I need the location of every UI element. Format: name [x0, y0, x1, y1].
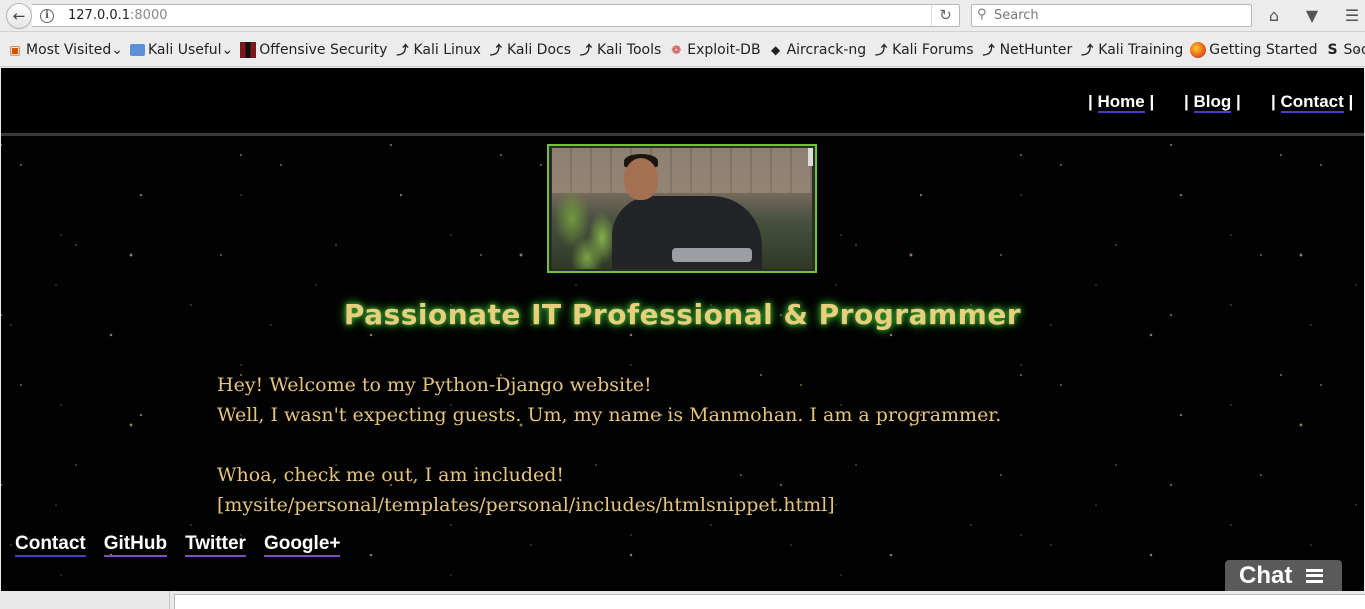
- chevron-down-icon: ⌄: [111, 41, 123, 58]
- kali-dragon-icon: ⤴: [396, 42, 409, 57]
- intro-text: Hey! Welcome to my Python-Django website…: [217, 370, 1167, 520]
- bookmarks-bar: ▣ Most Visited ⌄ Kali Useful ⌄ Offensive Se…: [0, 33, 1365, 67]
- exploit-db-icon: ❁: [671, 42, 682, 57]
- bookmark-nethunter[interactable]: ⤴ NetHunter: [981, 42, 1073, 58]
- bookmark-kali-training[interactable]: ⤴ Kali Training: [1079, 42, 1183, 58]
- kali-dragon-icon: ⤴: [489, 42, 502, 57]
- intro-line-1: Hey! Welcome to my Python-Django website…: [217, 374, 652, 396]
- profile-photo: [552, 148, 812, 269]
- home-icon[interactable]: ⌂: [1263, 6, 1285, 25]
- bookmark-most-visited[interactable]: ▣ Most Visited ⌄: [7, 42, 123, 58]
- search-input[interactable]: [994, 7, 1244, 24]
- chevron-down-icon: ⌄: [221, 41, 234, 58]
- nav-contact[interactable]: | Contact |: [1271, 92, 1353, 113]
- bookmark-kali-docs[interactable]: ⤴ Kali Docs: [488, 42, 571, 58]
- url-text[interactable]: 127.0.0.1:8000: [68, 8, 168, 23]
- browser-toolbar: ← i 127.0.0.1:8000 ↻ ⚲ ⌂ ▼ ☰: [0, 0, 1365, 32]
- url-bar[interactable]: i 127.0.0.1:8000 ↻: [32, 4, 960, 27]
- bottom-panel: [174, 594, 1365, 609]
- bookmark-offensive-security[interactable]: Offensive Security: [240, 41, 387, 58]
- pocket-icon[interactable]: ▼: [1301, 6, 1323, 25]
- reload-icon[interactable]: ↻: [931, 5, 959, 26]
- chat-label: Chat: [1239, 561, 1293, 589]
- include-line-1: Whoa, check me out, I am included!: [217, 464, 565, 486]
- footer-link-contact[interactable]: Contact: [15, 533, 86, 557]
- nav-divider: [1, 133, 1364, 136]
- folder-icon: [129, 43, 145, 56]
- search-bar[interactable]: ⚲: [971, 4, 1252, 27]
- nav-blog-link[interactable]: Blog: [1193, 92, 1232, 113]
- nav-home-link[interactable]: Home: [1097, 92, 1145, 113]
- soovle-icon: S: [1327, 41, 1338, 58]
- footer-link-google-plus[interactable]: Google+: [263, 533, 341, 557]
- include-path: [mysite/personal/templates/personal/incl…: [217, 494, 835, 516]
- page-viewport: | Home | | Blog | | Contact | Passionate…: [1, 68, 1364, 591]
- kali-dragon-icon: ⤴: [875, 42, 888, 57]
- photo-scroll-indicator: [808, 148, 813, 166]
- info-icon[interactable]: i: [40, 9, 54, 23]
- nav-home[interactable]: | Home |: [1088, 92, 1154, 113]
- page-headline: Passionate IT Professional & Programmer: [343, 298, 1022, 331]
- bookmark-kali-useful[interactable]: Kali Useful ⌄: [129, 41, 234, 58]
- kali-dragon-icon: ⤴: [580, 42, 593, 57]
- nav-blog[interactable]: | Blog |: [1184, 92, 1241, 113]
- panel-divider: [169, 591, 170, 609]
- chevron-right-icon[interactable]: ›: [1355, 41, 1361, 57]
- intro-line-2: Well, I wasn't expecting guests. Um, my …: [217, 404, 1002, 426]
- chat-button[interactable]: Chat: [1225, 560, 1342, 591]
- firefox-icon: [1190, 41, 1207, 58]
- bookmark-getting-started[interactable]: Getting Started: [1190, 41, 1318, 58]
- hamburger-menu-icon[interactable]: ☰: [1341, 6, 1363, 25]
- menu-icon: [1306, 568, 1324, 583]
- bookmark-exploit-db[interactable]: ❁ Exploit-DB: [668, 42, 760, 58]
- bookmark-kali-forums[interactable]: ⤴ Kali Forums: [873, 42, 973, 58]
- most-visited-icon: ▣: [9, 42, 21, 57]
- nav-contact-link[interactable]: Contact: [1280, 92, 1344, 113]
- kali-dragon-icon: ⤴: [982, 42, 995, 57]
- bookmark-kali-tools[interactable]: ⤴ Kali Tools: [578, 42, 661, 58]
- footer-links: Contact GitHub Twitter Google+: [15, 533, 358, 557]
- footer-link-twitter[interactable]: Twitter: [185, 533, 246, 557]
- offsec-icon: [240, 41, 257, 58]
- bookmark-kali-linux[interactable]: ⤴ Kali Linux: [394, 42, 480, 58]
- kali-dragon-icon: ⤴: [1081, 42, 1094, 57]
- footer-link-github[interactable]: GitHub: [103, 533, 168, 557]
- profile-photo-frame: [547, 144, 817, 273]
- aircrack-icon: ◆: [770, 42, 781, 57]
- back-arrow-icon[interactable]: ←: [6, 3, 32, 29]
- top-nav: | Home | | Blog | | Contact |: [1, 68, 1364, 133]
- search-icon: ⚲: [977, 7, 987, 22]
- bookmark-aircrack-ng[interactable]: ◆ Aircrack-ng: [768, 42, 866, 58]
